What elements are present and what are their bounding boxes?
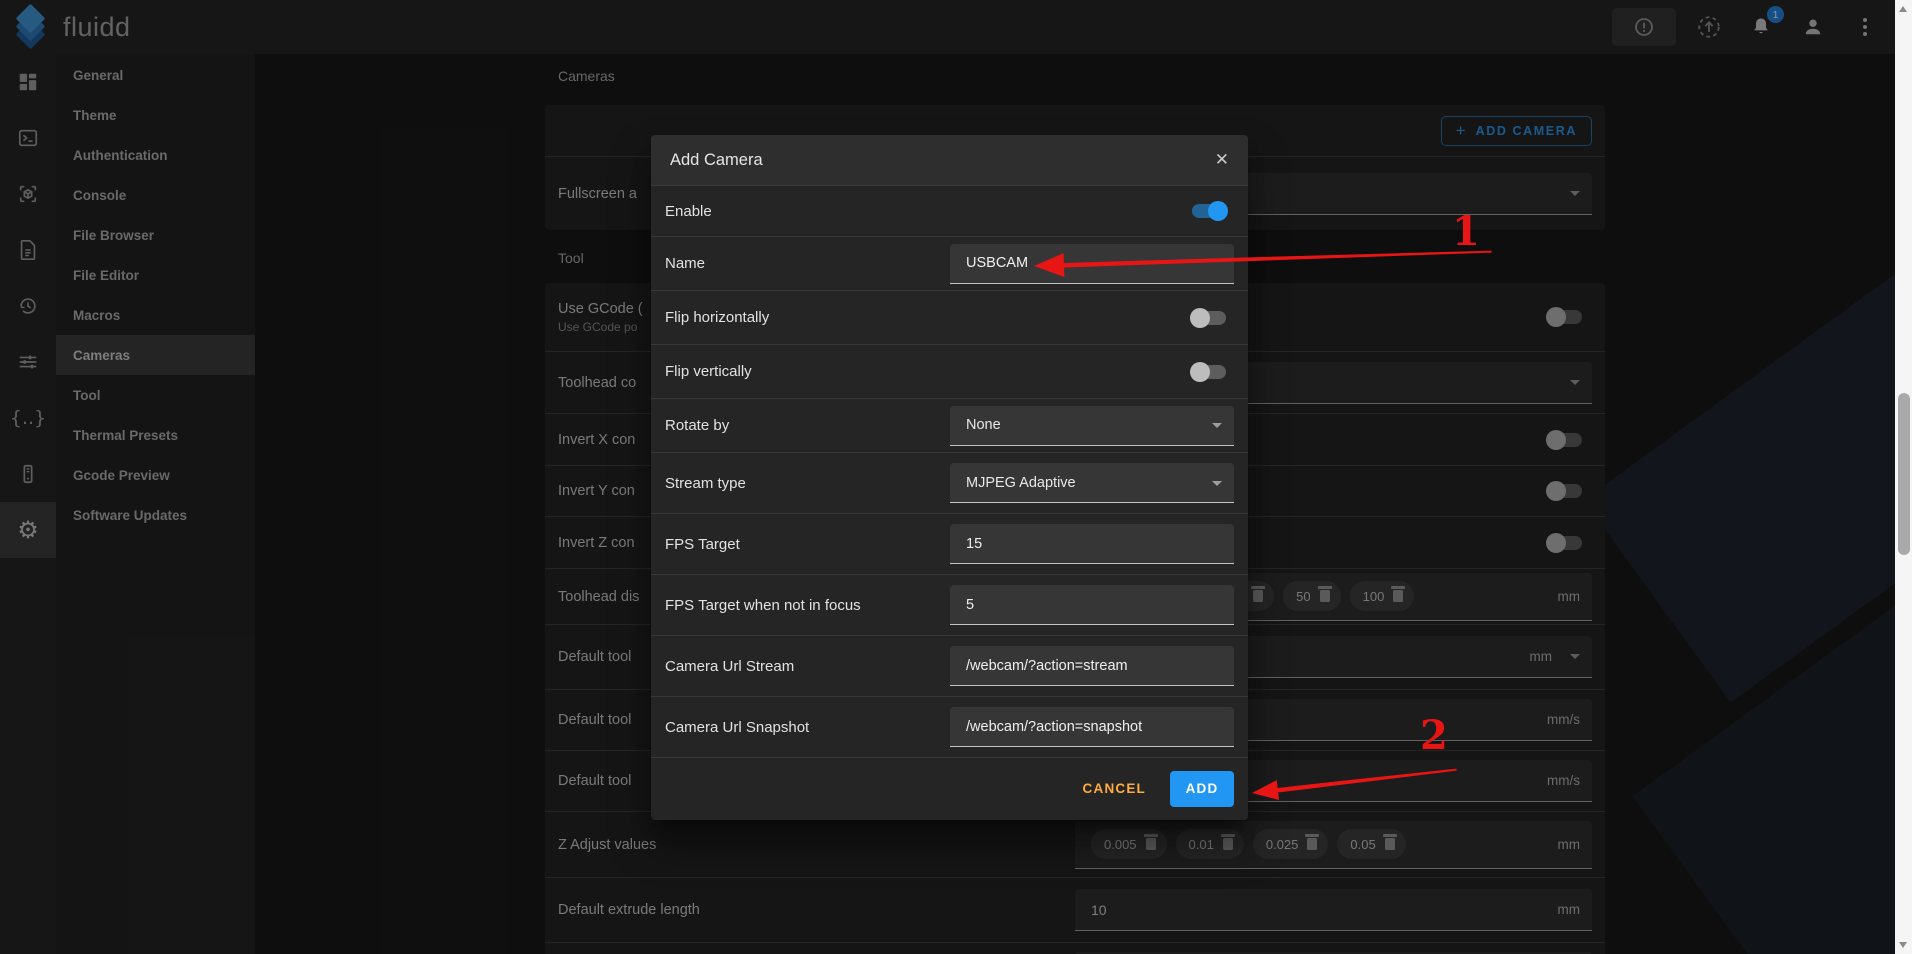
flip-horizontally-label: Flip horizontally — [665, 309, 769, 326]
flip-vertically-toggle[interactable] — [1192, 365, 1226, 379]
rotate-by-select[interactable]: None — [950, 406, 1234, 446]
add-button[interactable]: ADD — [1170, 771, 1234, 807]
chevron-down-icon — [1212, 481, 1222, 486]
camera-url-stream-input[interactable] — [966, 658, 1222, 674]
camera-url-stream-field — [950, 646, 1234, 686]
page-scrollbar[interactable] — [1895, 0, 1912, 954]
dialog-title: Add Camera — [670, 151, 763, 170]
scrollbar-thumb[interactable] — [1898, 393, 1910, 555]
close-icon[interactable]: ✕ — [1215, 150, 1229, 170]
fps-target-field — [950, 524, 1234, 564]
dialog-header: Add Camera ✕ — [651, 135, 1248, 186]
camera-url-snapshot-field — [950, 707, 1234, 747]
camera-url-stream-label: Camera Url Stream — [665, 658, 794, 675]
fps-target-label: FPS Target — [665, 536, 740, 553]
fluidd-settings-screen: fluidd 1 — [0, 0, 1912, 954]
camera-url-snapshot-label: Camera Url Snapshot — [665, 719, 809, 736]
add-camera-dialog: Add Camera ✕ Enable Name Flip horizontal… — [651, 135, 1248, 820]
enable-label: Enable — [665, 203, 712, 220]
scrollbar-up-arrow[interactable] — [1899, 6, 1907, 12]
camera-url-snapshot-input[interactable] — [966, 719, 1222, 735]
fps-target-unfocused-field — [950, 585, 1234, 625]
fps-target-input[interactable] — [966, 536, 1222, 552]
fps-target-unfocused-input[interactable] — [966, 597, 1222, 613]
scrollbar-down-arrow[interactable] — [1899, 942, 1907, 948]
dialog-footer: CANCEL ADD — [651, 758, 1248, 819]
flip-horizontally-toggle[interactable] — [1192, 311, 1226, 325]
cancel-button[interactable]: CANCEL — [1083, 781, 1146, 796]
annotation-step-1: 1 — [1452, 208, 1480, 255]
stream-type-label: Stream type — [665, 475, 746, 492]
stream-type-select[interactable]: MJPEG Adaptive — [950, 463, 1234, 503]
chevron-down-icon — [1212, 423, 1222, 428]
flip-vertically-label: Flip vertically — [665, 363, 752, 380]
annotation-step-2: 2 — [1420, 712, 1448, 759]
name-label: Name — [665, 255, 705, 272]
rotate-by-label: Rotate by — [665, 417, 729, 434]
fps-target-unfocused-label: FPS Target when not in focus — [665, 597, 861, 614]
enable-toggle[interactable] — [1192, 204, 1226, 218]
